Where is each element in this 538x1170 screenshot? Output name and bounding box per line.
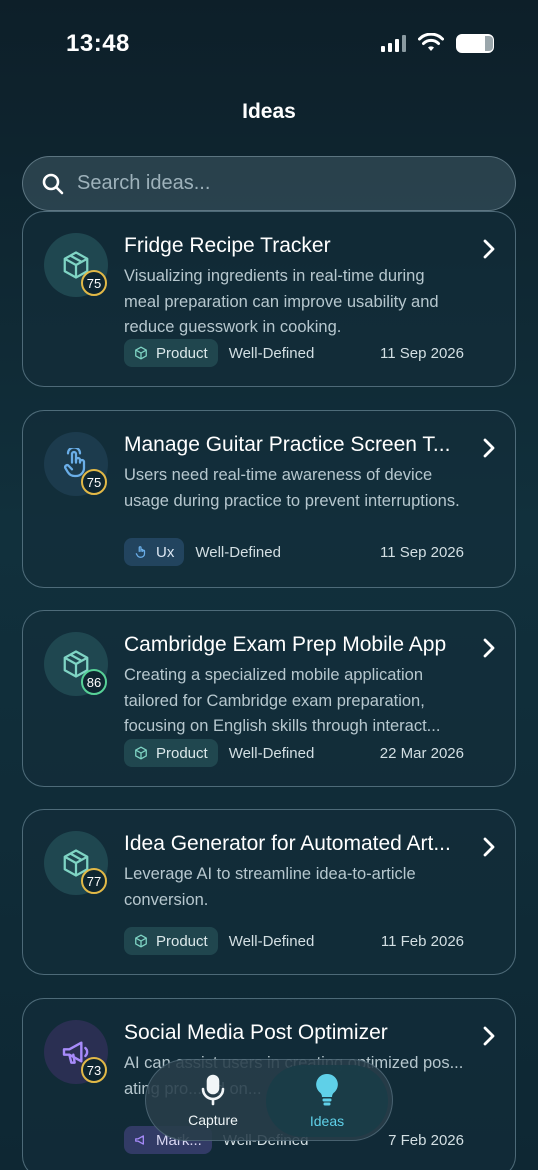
idea-meta: Product Well-Defined 11 Feb 2026: [124, 927, 464, 955]
cube-icon: [135, 346, 147, 360]
idea-meta: Product Well-Defined 22 Mar 2026: [124, 739, 464, 767]
cube-icon: [135, 934, 147, 948]
category-label: Product: [156, 744, 208, 762]
idea-title: Cambridge Exam Prep Mobile App: [124, 633, 447, 656]
idea-description: Creating a specialized mobile applicatio…: [124, 666, 441, 735]
idea-title: Fridge Recipe Tracker: [124, 234, 331, 257]
date-label: 7 Feb 2026: [388, 1131, 464, 1149]
system-icons: [381, 33, 494, 53]
megaphone-icon: [135, 1135, 144, 1145]
idea-meta: Product Well-Defined 11 Sep 2026: [124, 339, 464, 367]
idea-card[interactable]: 75 Fridge Recipe Tracker Visualizing ing…: [22, 211, 516, 387]
category-label: Product: [156, 344, 208, 362]
idea-title: Manage Guitar Practice Screen T...: [124, 433, 451, 456]
idea-title: Idea Generator for Automated Art...: [124, 832, 451, 855]
date-label: 11 Feb 2026: [380, 932, 464, 950]
score-badge: 73: [81, 1057, 107, 1083]
score-badge: 75: [81, 270, 107, 296]
idea-description: Users need real-time awareness of device…: [124, 466, 460, 510]
status-label: Well-Defined: [195, 543, 281, 561]
score-badge: 86: [81, 669, 107, 695]
date-label: 11 Sep 2026: [380, 543, 464, 561]
score-badge: 75: [81, 469, 107, 495]
page-title: Ideas: [242, 100, 296, 123]
date-label: 22 Mar 2026: [379, 744, 464, 762]
status-bar: 13:48: [0, 0, 538, 90]
microphone-icon: [201, 1074, 225, 1106]
category-label: Product: [156, 932, 208, 950]
date-label: 11 Sep 2026: [380, 344, 464, 362]
chevron-right-icon[interactable]: [481, 636, 497, 660]
status-label: Well-Defined: [228, 344, 315, 362]
score-badge: 77: [81, 868, 107, 894]
nav-capture-label: Capture: [188, 1112, 238, 1128]
category-tag: Product: [124, 927, 218, 955]
status-time: 13:48: [66, 30, 130, 57]
category-tag: Product: [124, 339, 218, 367]
category-tag: Product: [124, 739, 218, 767]
status-label: Well-Defined: [228, 932, 315, 950]
lightbulb-icon: [316, 1073, 338, 1106]
wifi-icon: [418, 33, 444, 51]
nav-capture-tab[interactable]: Capture: [152, 1065, 274, 1137]
chevron-right-icon[interactable]: [481, 1024, 497, 1048]
category-tag: Ux: [124, 538, 185, 566]
category-label: Ux: [156, 543, 175, 561]
chevron-right-icon[interactable]: [481, 835, 497, 859]
search-icon: [42, 173, 64, 194]
chevron-right-icon[interactable]: [481, 237, 497, 261]
search-input[interactable]: [77, 172, 477, 195]
status-label: Well-Defined: [228, 744, 315, 762]
idea-card[interactable]: 75 Manage Guitar Practice Screen T... Us…: [22, 410, 516, 588]
search-bar[interactable]: [22, 156, 516, 211]
cube-icon: [135, 746, 147, 760]
idea-description: Visualizing ingredients in real-time dur…: [124, 267, 439, 336]
idea-description: Leverage AI to streamline idea-to-articl…: [124, 865, 416, 909]
battery-icon: [456, 33, 494, 53]
cellular-signal-icon: [381, 34, 406, 52]
idea-title: Social Media Post Optimizer: [124, 1021, 388, 1044]
nav-ideas-tab[interactable]: Ideas: [266, 1065, 388, 1137]
chevron-right-icon[interactable]: [481, 436, 497, 460]
tap-hand-icon: [135, 546, 146, 558]
idea-card[interactable]: 86 Cambridge Exam Prep Mobile App Creati…: [22, 610, 516, 787]
idea-meta: Ux Well-Defined 11 Sep 2026: [124, 538, 464, 566]
nav-ideas-label: Ideas: [309, 1113, 345, 1129]
idea-card[interactable]: 77 Idea Generator for Automated Art... L…: [22, 809, 516, 975]
bottom-nav: Capture Ideas: [145, 1059, 393, 1141]
